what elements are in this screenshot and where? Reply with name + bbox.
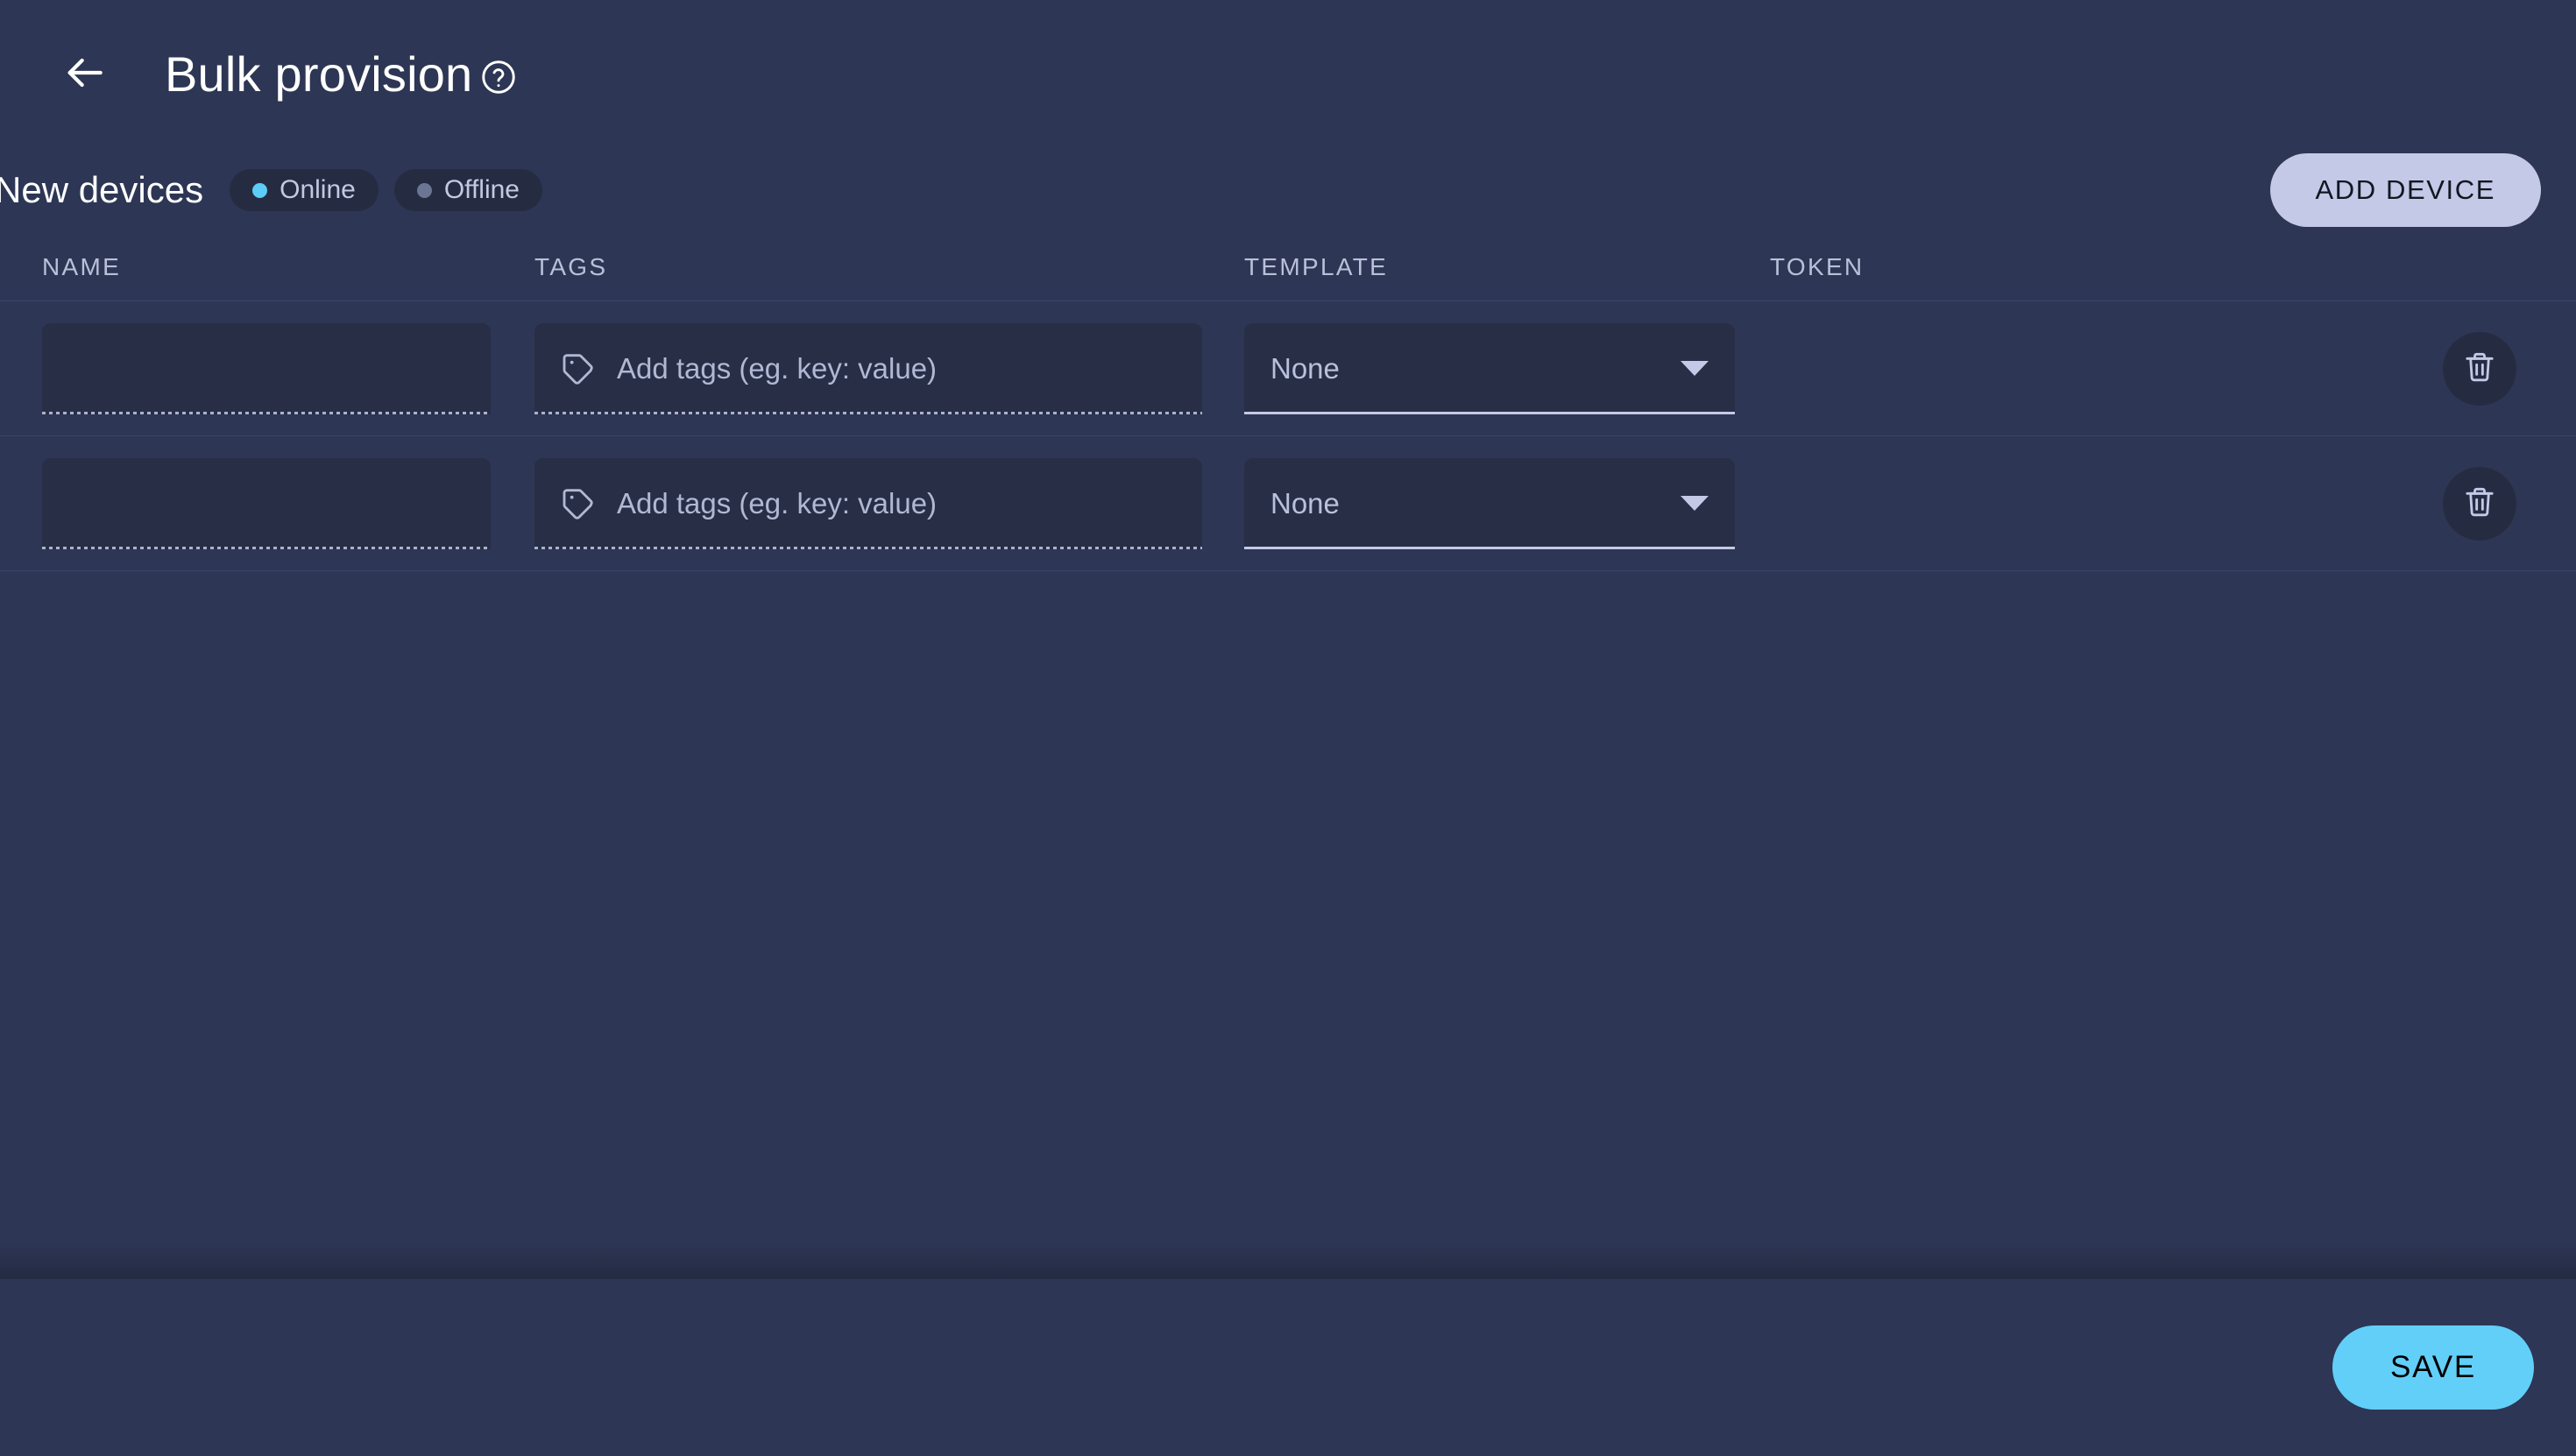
delete-row-button[interactable] [2443, 331, 2516, 406]
template-cell: None [1244, 457, 1770, 549]
column-header-name: NAME [42, 252, 122, 280]
tag-icon [561, 486, 596, 521]
section-header: New devices Online Offline ADD DEVICE [0, 147, 2576, 233]
online-status-dot [252, 182, 268, 198]
tags-cell: Add tags (eg. key: value) [534, 457, 1244, 549]
status-chip-offline-label: Offline [443, 175, 520, 204]
table-body: Add tags (eg. key: value) None Add tags … [0, 301, 2576, 571]
save-button[interactable]: SAVE [2332, 1325, 2534, 1410]
status-chip-online[interactable]: Online [230, 169, 379, 211]
page-title: Bulk provision [165, 46, 518, 102]
status-chip-offline[interactable]: Offline [393, 169, 542, 211]
device-name-input[interactable] [42, 322, 491, 414]
template-select-value: None [1270, 351, 1340, 385]
trash-icon [2462, 484, 2497, 522]
chevron-down-icon [1681, 361, 1709, 376]
status-chip-online-label: Online [280, 175, 356, 204]
table-header-row: NAME TAGS TEMPLATE TOKEN [0, 233, 2576, 301]
trash-icon [2462, 350, 2497, 387]
column-header-template: TEMPLATE [1244, 252, 1389, 280]
status-legend: Online Offline [230, 169, 542, 211]
template-select[interactable]: None [1244, 322, 1735, 414]
table-row: Add tags (eg. key: value) None [0, 301, 2576, 436]
template-cell: None [1244, 322, 1770, 414]
table-row: Add tags (eg. key: value) None [0, 436, 2576, 571]
name-cell [0, 457, 534, 549]
chevron-down-icon [1681, 496, 1709, 511]
offline-status-dot [416, 182, 432, 198]
page-footer: SAVE [0, 1242, 2576, 1456]
name-cell [0, 322, 534, 414]
back-button[interactable] [42, 32, 126, 116]
section-title: New devices [0, 169, 204, 210]
tags-input-placeholder: Add tags (eg. key: value) [617, 486, 938, 519]
template-select-value: None [1270, 486, 1340, 519]
column-header-tags: TAGS [534, 252, 608, 280]
tags-input[interactable]: Add tags (eg. key: value) [534, 457, 1202, 549]
delete-row-button[interactable] [2443, 466, 2516, 541]
arrow-left-icon [60, 48, 109, 100]
tags-input-placeholder: Add tags (eg. key: value) [617, 351, 938, 385]
row-actions-cell [2383, 331, 2576, 406]
page-title-text: Bulk provision [165, 46, 473, 102]
add-device-button[interactable]: ADD DEVICE [2269, 153, 2541, 227]
tag-icon [561, 351, 596, 386]
page-header: Bulk provision [0, 0, 2576, 147]
tags-input[interactable]: Add tags (eg. key: value) [534, 322, 1202, 414]
devices-table: NAME TAGS TEMPLATE TOKEN Add tags (eg. k… [0, 233, 2576, 1279]
tags-cell: Add tags (eg. key: value) [534, 322, 1244, 414]
row-actions-cell [2383, 466, 2576, 541]
device-name-input[interactable] [42, 457, 491, 549]
template-select[interactable]: None [1244, 457, 1735, 549]
help-circle-icon[interactable] [479, 58, 518, 96]
table-empty-space [0, 571, 2576, 1279]
bulk-provision-page: Bulk provision New devices Online Offlin… [0, 0, 2576, 1456]
column-header-token: TOKEN [1770, 252, 1865, 280]
